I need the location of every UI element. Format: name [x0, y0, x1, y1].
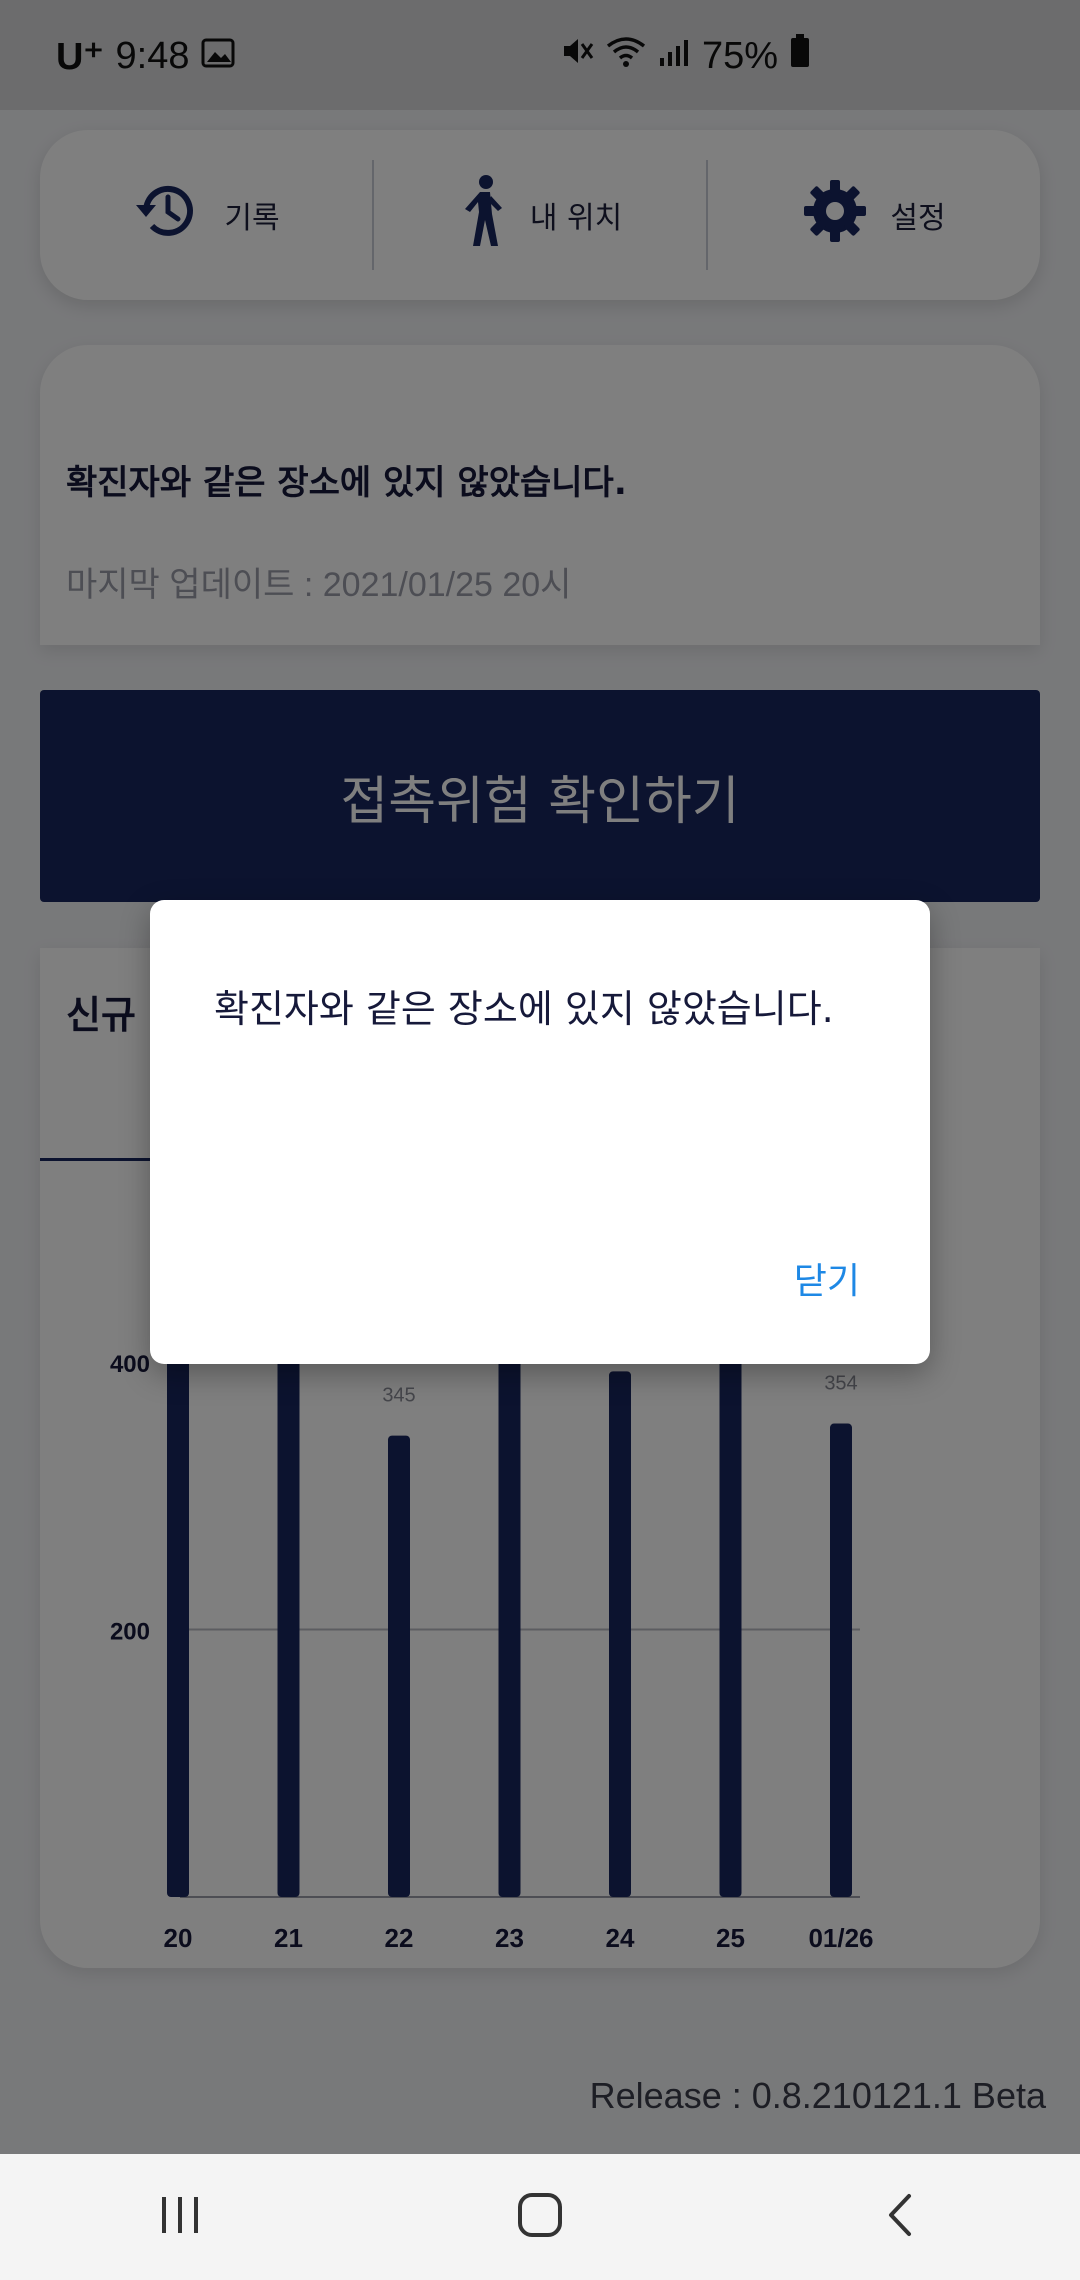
back-button[interactable] [840, 2177, 960, 2257]
recent-apps-button[interactable] [120, 2177, 240, 2257]
home-button[interactable] [480, 2177, 600, 2257]
back-icon [885, 2192, 915, 2242]
dialog-message: 확진자와 같은 장소에 있지 않았습니다. [214, 987, 834, 1031]
dialog-close-button[interactable]: 닫기 [794, 1252, 860, 1304]
home-icon [517, 2192, 563, 2242]
system-navigation-bar [0, 2154, 1080, 2280]
recent-apps-icon [158, 2195, 202, 2239]
result-dialog: 확진자와 같은 장소에 있지 않았습니다. 닫기 [150, 900, 930, 1364]
